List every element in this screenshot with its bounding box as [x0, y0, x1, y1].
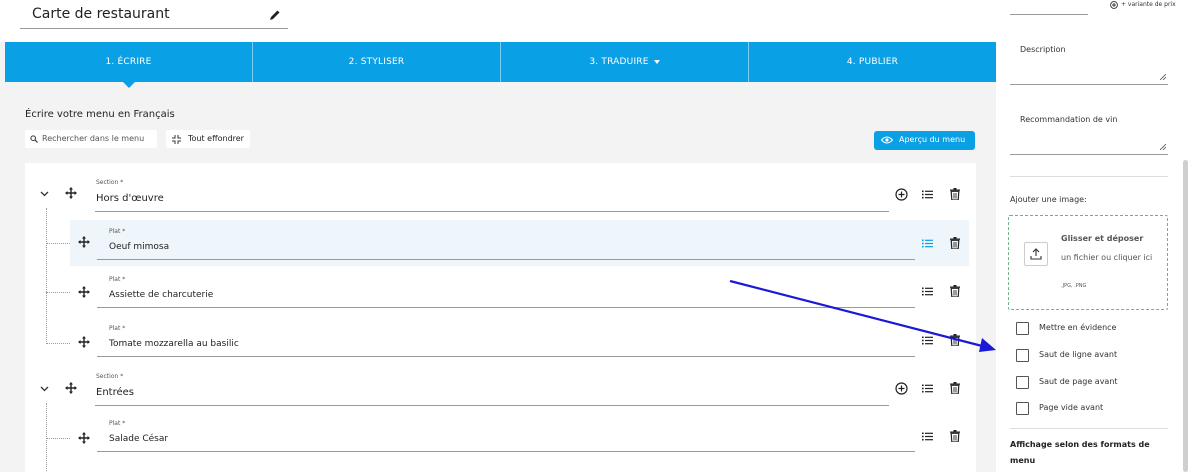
annotation-arrow [729, 279, 996, 352]
